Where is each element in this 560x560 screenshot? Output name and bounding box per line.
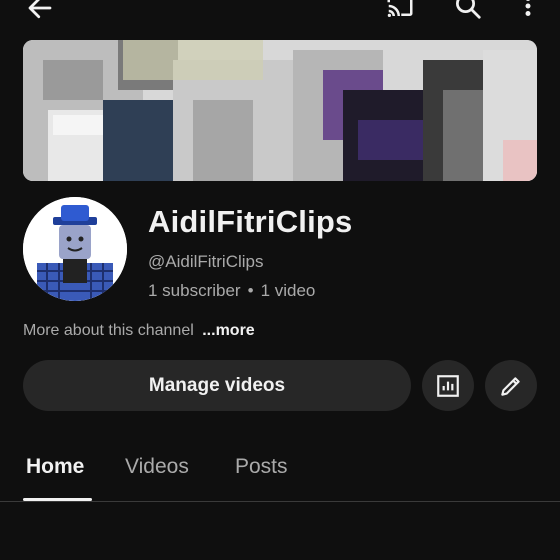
cast-button[interactable] [380, 0, 420, 24]
more-link[interactable]: ...more [202, 322, 254, 339]
video-count: 1 video [260, 281, 316, 300]
analytics-button[interactable] [422, 360, 474, 411]
edit-channel-button[interactable] [485, 360, 537, 411]
analytics-icon [437, 374, 459, 397]
tab-posts[interactable]: Posts [235, 455, 288, 479]
pencil-icon [501, 376, 520, 396]
subscriber-count: 1 subscriber [148, 281, 241, 300]
about-text: More about this channel [23, 322, 194, 339]
channel-name: AidilFitriClips [148, 204, 353, 239]
channel-stats: 1 subscriber • 1 video [148, 281, 315, 301]
tabs-divider [0, 501, 560, 502]
tab-home[interactable]: Home [26, 455, 84, 479]
channel-handle: @AidilFitriClips [148, 252, 264, 271]
search-button[interactable] [448, 0, 488, 24]
banner-image [23, 40, 537, 181]
search-icon [456, 0, 481, 19]
more-options-button[interactable] [512, 0, 544, 24]
channel-tabs: Home Videos Posts [0, 440, 560, 502]
top-app-bar [0, 0, 560, 36]
manage-videos-button[interactable]: Manage videos [23, 360, 411, 411]
back-button[interactable] [20, 0, 60, 26]
cast-icon [387, 0, 413, 18]
channel-about[interactable]: More about this channel ...more [23, 322, 255, 340]
avatar-image [23, 197, 127, 301]
arrow-left-icon [28, 0, 52, 19]
channel-avatar[interactable] [23, 197, 127, 301]
stats-separator: • [247, 281, 254, 300]
more-vertical-icon [525, 0, 531, 16]
tab-videos[interactable]: Videos [125, 455, 189, 479]
channel-banner[interactable] [23, 40, 537, 181]
